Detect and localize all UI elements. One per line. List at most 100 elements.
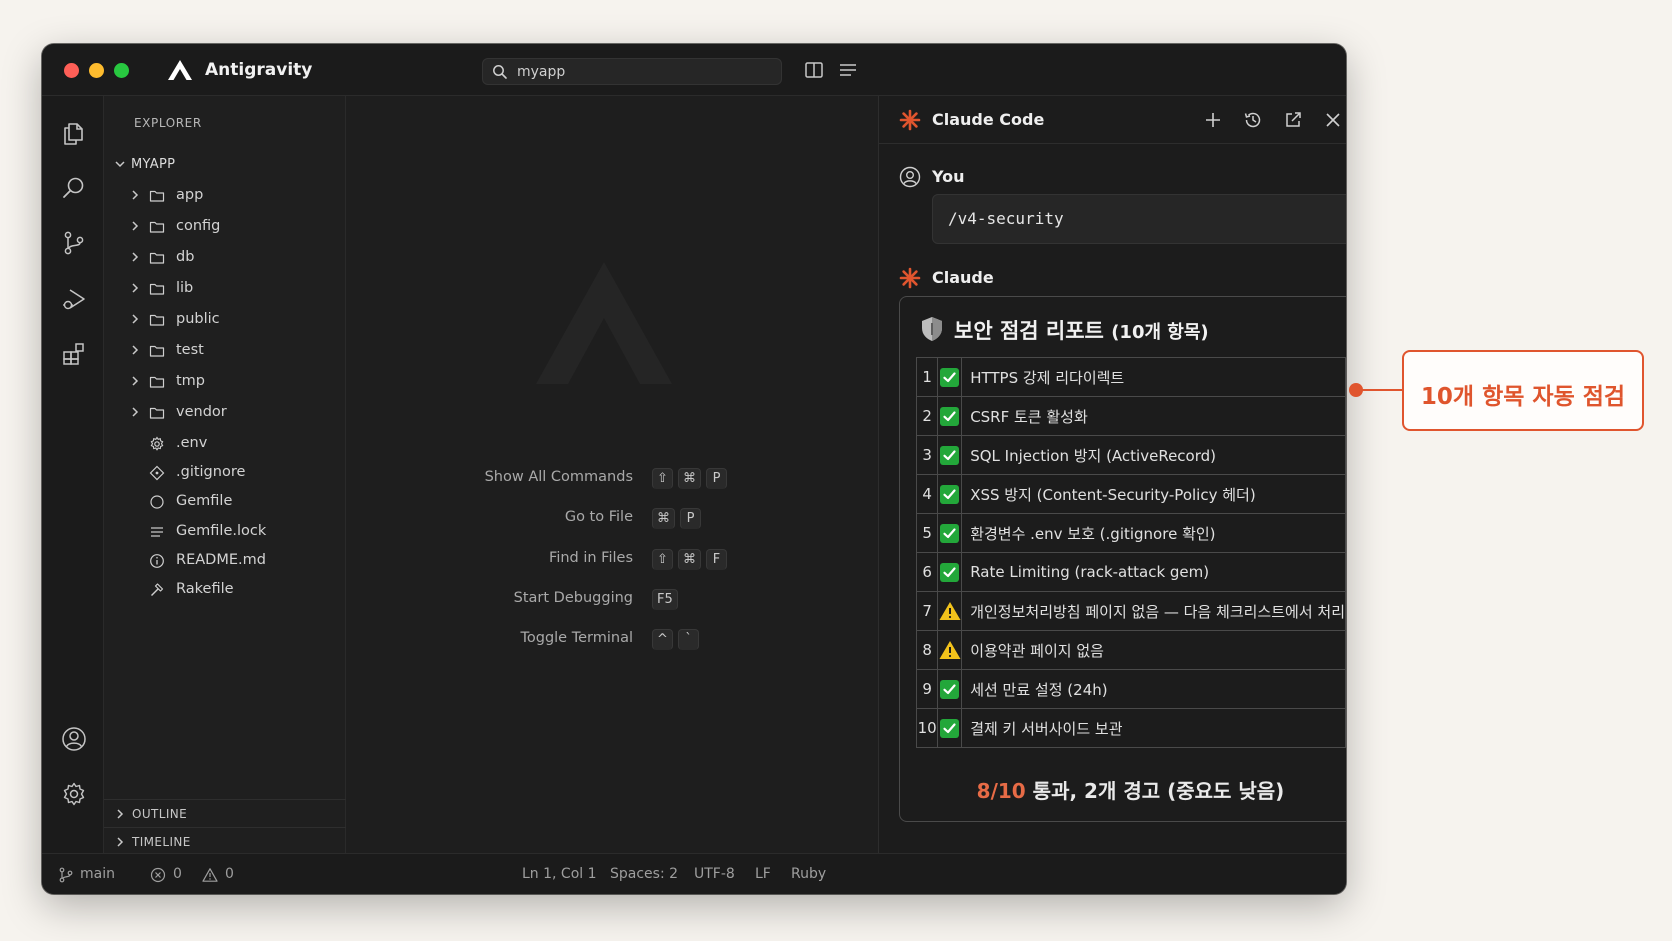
check-status — [937, 591, 963, 631]
command-label[interactable]: Find in Files — [549, 550, 633, 566]
search-activity-icon[interactable] — [61, 175, 87, 201]
encoding[interactable]: UTF-8 — [694, 866, 735, 882]
error-count[interactable]: 0 — [173, 866, 182, 882]
title-bar: Antigravity myapp — [42, 44, 1346, 96]
folder-icon — [149, 190, 165, 202]
cursor-position[interactable]: Ln 1, Col 1 — [522, 866, 597, 882]
tree-file-label: Gemfile.lock — [176, 522, 267, 539]
tree-file-rakefile[interactable]: Rakefile — [104, 577, 346, 603]
split-editor-icon[interactable] — [804, 60, 824, 80]
check-status — [937, 669, 963, 709]
keycap: ⌘ — [652, 508, 675, 530]
close-icon[interactable] — [1323, 110, 1343, 130]
tree-folder-public[interactable]: public — [104, 307, 346, 333]
tree-file-gemfile[interactable]: Gemfile — [104, 489, 346, 515]
tree-root-myapp[interactable]: MYAPP — [104, 152, 346, 178]
callout-connector-dot — [1349, 383, 1363, 397]
activity-bar — [42, 96, 104, 853]
check-row: 2 CSRF 토큰 활성화 — [915, 396, 1346, 436]
timeline-section[interactable]: TIMELINE — [104, 827, 346, 855]
command-label[interactable]: Show All Commands — [485, 469, 633, 485]
new-chat-plus-icon[interactable] — [1203, 110, 1223, 130]
command-label[interactable]: Go to File — [565, 509, 633, 525]
tree-folder-config[interactable]: config — [104, 214, 346, 240]
source-control-icon[interactable] — [61, 230, 87, 256]
tree-file-dot-gitignore[interactable]: .gitignore — [104, 460, 346, 486]
check-description: 결제 키 서버사이드 보관 — [961, 708, 1346, 748]
security-checks-table: 1 HTTPS 강제 리다이렉트 2 CSRF 토큰 활성화 3 SQL Injectio… — [915, 357, 1346, 748]
claude-code-panel: Claude Code You /v4-security Claude 보안 점… — [878, 96, 1346, 853]
gear-file-icon — [150, 436, 164, 451]
check-description: CSRF 토큰 활성화 — [961, 396, 1346, 436]
chevron-right-icon — [132, 314, 139, 324]
check-description: 환경변수 .env 보호 (.gitignore 확인) — [961, 513, 1346, 553]
menu-icon[interactable] — [838, 60, 858, 80]
settings-gear-icon[interactable] — [61, 781, 87, 807]
hammer-file-icon — [151, 583, 164, 596]
checkmark-icon — [940, 523, 960, 543]
tree-folder-tmp[interactable]: tmp — [104, 369, 346, 395]
extensions-icon[interactable] — [61, 341, 87, 367]
explorer-icon[interactable] — [61, 120, 87, 146]
tree-file-dot-env[interactable]: .env — [104, 431, 346, 457]
account-icon[interactable] — [61, 726, 87, 752]
branch-name[interactable]: main — [80, 866, 115, 882]
check-number: 2 — [915, 396, 939, 436]
minimize-window-button[interactable] — [89, 63, 104, 78]
tree-folder-vendor[interactable]: vendor — [104, 400, 346, 426]
tree-file-gemfile-lock[interactable]: Gemfile.lock — [104, 519, 346, 545]
error-icon — [150, 867, 166, 883]
tree-folder-lib[interactable]: lib — [104, 276, 346, 302]
chevron-right-icon — [117, 809, 124, 819]
outline-section[interactable]: OUTLINE — [104, 799, 346, 827]
check-row: 8 이용약관 페이지 없음 — [915, 630, 1346, 670]
tree-folder-app[interactable]: app — [104, 183, 346, 209]
check-number: 5 — [915, 513, 939, 553]
command-label[interactable]: Toggle Terminal — [520, 630, 633, 646]
close-window-button[interactable] — [64, 63, 79, 78]
check-row: 5 환경변수 .env 보호 (.gitignore 확인) — [915, 513, 1346, 553]
check-status — [937, 552, 963, 592]
line-ending[interactable]: LF — [755, 866, 771, 882]
check-number: 1 — [915, 357, 939, 397]
tree-folder-label: public — [176, 311, 220, 327]
check-number: 8 — [915, 630, 939, 670]
check-description: XSS 방지 (Content-Security-Policy 헤더) — [961, 474, 1346, 514]
indentation[interactable]: Spaces: 2 — [610, 866, 678, 882]
open-external-icon[interactable] — [1283, 110, 1303, 130]
app-window: Antigravity myapp EXPLORER MYAPP app con… — [42, 44, 1346, 894]
history-icon[interactable] — [1243, 110, 1263, 130]
callout-box: 10개 항목 자동 점검 — [1402, 350, 1644, 431]
git-branch-icon — [59, 867, 73, 883]
keycap: P — [680, 508, 701, 530]
maximize-window-button[interactable] — [114, 63, 129, 78]
warning-count[interactable]: 0 — [225, 866, 234, 882]
check-row: 6 Rate Limiting (rack-attack gem) — [915, 552, 1346, 592]
editor-area[interactable]: Show All Commands ⇧ ⌘ P Go to File ⌘ P Find in … — [346, 96, 878, 853]
you-label: You — [932, 167, 965, 186]
folder-icon — [149, 407, 165, 419]
check-number: 10 — [915, 708, 939, 748]
checkmark-icon — [940, 718, 960, 738]
command-label[interactable]: Start Debugging — [514, 590, 633, 606]
tree-folder-db[interactable]: db — [104, 245, 346, 271]
tree-file-readme-md[interactable]: README.md — [104, 548, 346, 574]
checkmark-icon — [940, 445, 960, 465]
callout-text: 10개 항목 자동 점검 — [1420, 384, 1626, 410]
checkmark-icon — [940, 484, 960, 504]
check-status — [937, 630, 963, 670]
check-description: HTTPS 강제 리다이렉트 — [961, 357, 1346, 397]
claude-spark-icon — [899, 109, 921, 131]
check-status — [937, 474, 963, 514]
tree-folder-label: db — [176, 249, 195, 265]
tree-folder-label: lib — [176, 280, 194, 296]
antigravity-logo-icon — [168, 60, 192, 80]
chevron-right-icon — [132, 190, 139, 200]
run-debug-icon[interactable] — [61, 286, 87, 312]
keycap: ⇧ — [652, 468, 673, 489]
language-mode[interactable]: Ruby — [791, 866, 826, 882]
search-bar[interactable]: myapp — [482, 58, 782, 85]
tree-folder-test[interactable]: test — [104, 338, 346, 364]
chevron-right-icon — [132, 252, 139, 262]
check-row: 10 결제 키 서버사이드 보관 — [915, 708, 1346, 748]
